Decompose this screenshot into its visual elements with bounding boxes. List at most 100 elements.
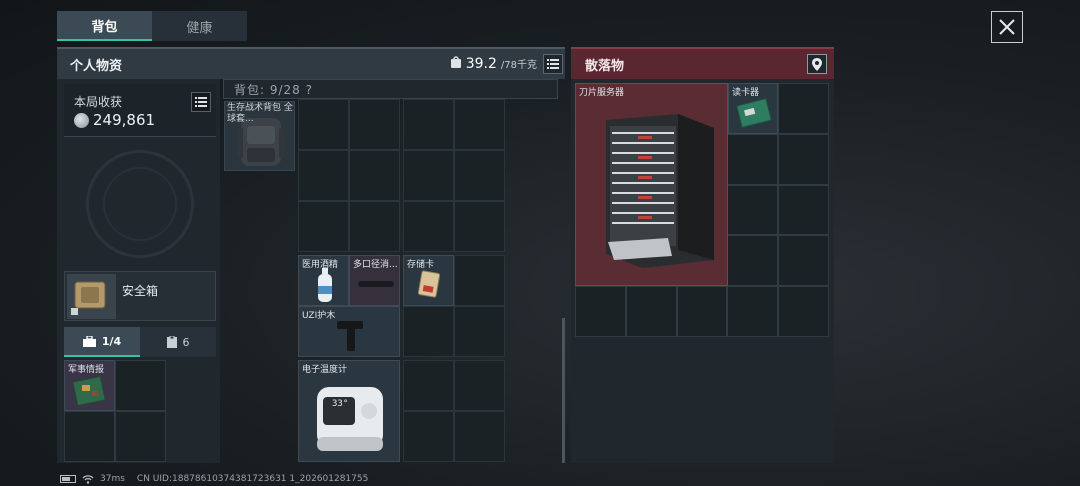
backpack-item-name: 生存战术背包 全球套... (227, 103, 293, 124)
grid-cell[interactable] (454, 150, 505, 201)
item-name: 医用酒精 (302, 260, 339, 270)
grid-cell[interactable] (727, 184, 779, 236)
safe-subtabs: 1/4 6 (64, 327, 216, 357)
toolbox-icon (82, 335, 96, 347)
backpack-grid-f (403, 360, 505, 462)
sort-list-button[interactable] (543, 54, 563, 74)
uzi-handguard-item[interactable]: UZI护木 (298, 306, 400, 357)
grid-cell[interactable] (575, 286, 626, 337)
main-tabs: 背包 健康 (57, 11, 247, 41)
grid-cell[interactable] (454, 360, 505, 411)
harvest-label: 本局收获 (74, 95, 123, 109)
suppressor-item[interactable]: 多口径消... (349, 255, 400, 306)
grid-cell[interactable] (115, 360, 166, 411)
suppressor-icon (358, 281, 394, 287)
grid-cell[interactable] (349, 99, 400, 150)
backpack-scrollbar[interactable] (562, 318, 565, 463)
weight-display: 39.2 /78千克 (450, 55, 537, 72)
grid-cell[interactable] (625, 286, 677, 337)
subtab-cards[interactable]: 6 (140, 327, 216, 357)
grid-cell[interactable] (454, 255, 505, 306)
weight-max: /78千克 (500, 60, 537, 71)
grid-cell[interactable] (778, 133, 829, 185)
grid-cell[interactable] (403, 411, 454, 462)
safebox-icon (67, 274, 116, 319)
weight-icon (450, 56, 461, 68)
card-reader-item[interactable]: 读卡器 (728, 83, 778, 134)
card-reader-icon (736, 98, 772, 128)
thermometer-item[interactable]: 电子温度计 33° (298, 360, 400, 462)
wifi-icon (82, 474, 94, 484)
tab-backpack[interactable]: 背包 (57, 11, 152, 41)
memory-card-item[interactable]: 存储卡 (403, 255, 454, 306)
item-name: 军事情报 (68, 365, 105, 375)
grid-cell[interactable] (403, 99, 454, 150)
grid-cell[interactable] (403, 360, 454, 411)
subtab-toolbox-label: 1/4 (101, 334, 122, 348)
grid-cell[interactable] (298, 99, 349, 150)
item-name: 电子温度计 (302, 365, 348, 375)
grid-cell[interactable] (349, 150, 400, 201)
tab-health[interactable]: 健康 (152, 11, 247, 41)
backpack-grid-a (298, 99, 400, 252)
clipboard-icon (166, 336, 177, 348)
backpack-item[interactable]: 生存战术背包 全球套... (224, 101, 295, 171)
alcohol-item[interactable]: 医用酒精 (298, 255, 349, 306)
grid-cell[interactable] (64, 411, 115, 462)
intel-item[interactable]: 军事情报 (64, 360, 115, 411)
personal-header: 个人物资 39.2 /78千克 (57, 47, 565, 79)
server-icon (606, 114, 714, 268)
close-icon (999, 19, 1015, 35)
grid-cell[interactable] (454, 99, 505, 150)
subtab-toolbox[interactable]: 1/4 (64, 327, 140, 357)
status-bar: 37ms CN UID:18878610374381723631 1_20260… (60, 472, 368, 486)
safebox-slot[interactable]: 安全箱 (64, 271, 216, 321)
bottle-icon (318, 268, 332, 302)
close-button[interactable] (991, 11, 1023, 43)
grid-cell[interactable] (778, 83, 829, 134)
grid-cell[interactable] (778, 286, 829, 337)
thermometer-icon (317, 387, 383, 451)
memory-card-icon (417, 270, 441, 298)
uid-text: CN UID:18878610374381723631 1_2026012817… (136, 474, 369, 484)
grid-cell[interactable] (778, 235, 829, 287)
safebox-label: 安全箱 (122, 284, 159, 298)
ping-text: 37ms (100, 474, 125, 484)
loot-title: 散落物 (585, 58, 625, 74)
grid-cell[interactable] (115, 411, 166, 462)
battery-icon (60, 475, 76, 483)
grid-cell[interactable] (403, 150, 454, 201)
thermometer-display: 33° (332, 399, 349, 409)
grid-cell[interactable] (727, 235, 779, 287)
grid-cell[interactable] (298, 201, 349, 252)
blade-server-item[interactable]: 刀片服务器 (575, 83, 728, 286)
harvest-details-button[interactable] (191, 92, 211, 112)
grid-cell[interactable] (349, 201, 400, 252)
intel-board-icon (73, 375, 106, 407)
location-button[interactable] (807, 54, 827, 74)
list-icon (195, 97, 207, 107)
harvest-box: 本局收获 249,861 (64, 84, 216, 137)
subtab-cards-label: 6 (182, 335, 190, 349)
grid-cell[interactable] (298, 150, 349, 201)
grid-cell[interactable] (727, 286, 779, 337)
grid-cell[interactable] (403, 306, 454, 357)
item-name: 存储卡 (407, 260, 435, 270)
backpack-capacity: 背包: 9/28 ? (234, 83, 313, 97)
grid-cell[interactable] (676, 286, 728, 337)
item-name: UZI护木 (302, 311, 336, 321)
personal-title: 个人物资 (70, 58, 123, 74)
item-name: 多口径消... (353, 260, 398, 270)
loot-header: 散落物 (571, 47, 834, 79)
harvest-value: 249,861 (93, 111, 156, 129)
item-name: 读卡器 (732, 88, 760, 98)
grid-cell[interactable] (454, 201, 505, 252)
grid-cell[interactable] (778, 184, 829, 236)
grid-cell[interactable] (403, 201, 454, 252)
location-pin-icon (812, 57, 822, 71)
backpack-grid-b (403, 99, 505, 252)
grid-cell[interactable] (727, 133, 779, 185)
grid-cell[interactable] (454, 411, 505, 462)
grid-cell[interactable] (454, 306, 505, 357)
list-icon (547, 59, 559, 69)
